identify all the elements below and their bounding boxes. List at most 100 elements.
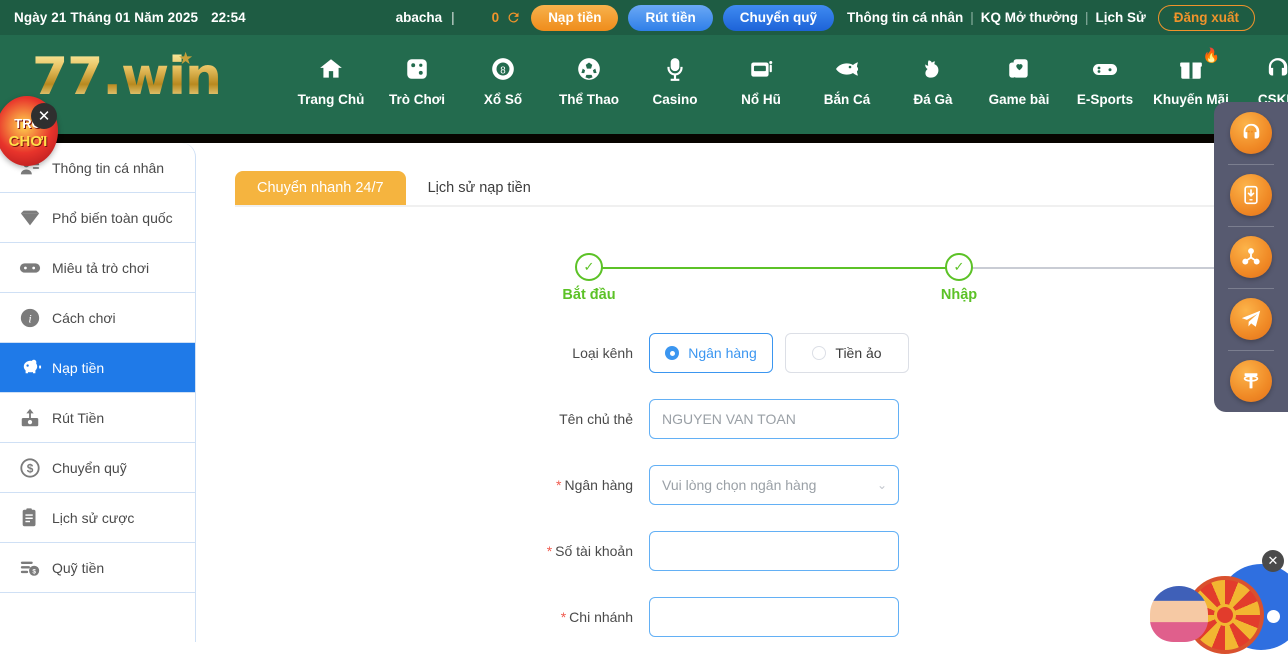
sidebar-item-cach-choi[interactable]: i Cách chơi — [0, 293, 195, 343]
nav-label: Thể Thao — [546, 92, 632, 107]
nav-item-da-ga[interactable]: Đá Gà — [890, 49, 976, 107]
withdraw-button[interactable]: Rút tiền — [628, 5, 712, 31]
slot-machine-icon — [718, 49, 804, 89]
branch-label: *Chi nhánh — [197, 609, 649, 625]
left-sidebar: Thông tin cá nhân Phổ biến toàn quốc Miê… — [0, 143, 196, 642]
step-2-marker: ✓ — [945, 253, 973, 281]
sidebar-item-lich-su-cuoc[interactable]: Lịch sử cược — [0, 493, 195, 543]
gamepad-icon — [1062, 49, 1148, 89]
nav-item-khuyen-mai[interactable]: 🔥 Khuyến Mãi — [1148, 49, 1234, 107]
nav-item-casino[interactable]: Casino — [632, 49, 718, 107]
nav-item-ban-ca[interactable]: Bắn Cá — [804, 49, 890, 107]
nav-item-tro-choi[interactable]: Trò Chơi — [374, 49, 460, 107]
dice-icon — [374, 49, 460, 89]
headset-icon — [1234, 49, 1288, 89]
lottery-results-link[interactable]: KQ Mở thưởng — [981, 10, 1078, 25]
floating-affiliate-button[interactable] — [1214, 226, 1288, 288]
nav-item-xo-so[interactable]: 8 Xổ Số — [460, 49, 546, 107]
tab-chuyen-nhanh[interactable]: Chuyển nhanh 24/7 — [235, 171, 406, 205]
close-icon[interactable]: ✕ — [1262, 550, 1284, 572]
nav-item-game-bai[interactable]: Game bài — [976, 49, 1062, 107]
sidebar-item-label: Nạp tiền — [52, 360, 104, 376]
profile-link[interactable]: Thông tin cá nhân — [847, 10, 963, 25]
step-2-label: Nhập — [889, 287, 1029, 303]
sidebar-item-mieu-ta-tro-choi[interactable]: Miêu tả trò chơi — [0, 243, 195, 293]
radio-selected-icon — [665, 346, 679, 360]
nav-label: Nổ Hũ — [718, 92, 804, 107]
nav-label: Xổ Số — [460, 92, 546, 107]
sidebar-item-rut-tien[interactable]: Rút Tiền — [0, 393, 195, 443]
main-nav: Trang Chủ Trò Chơi 8 Xổ Số Thể Thao Casi… — [288, 49, 1288, 107]
piggy-bank-icon — [12, 356, 48, 379]
step-1-label: Bắt đầu — [519, 287, 659, 303]
bank-label-text: Ngân hàng — [564, 477, 633, 493]
form-row-channel: Loại kênh Ngân hàng Tiền ảo — [197, 333, 1288, 373]
account-number-input[interactable] — [649, 531, 899, 571]
floating-telegram-button[interactable] — [1214, 288, 1288, 350]
nav-label: Casino — [632, 92, 718, 107]
history-link[interactable]: Lịch Sử — [1095, 10, 1145, 25]
refresh-icon[interactable] — [506, 10, 521, 25]
home-icon — [288, 49, 374, 89]
transfer-funds-button[interactable]: Chuyển quỹ — [723, 5, 834, 31]
svg-text:$: $ — [27, 461, 34, 475]
deposit-button[interactable]: Nạp tiền — [531, 5, 618, 31]
main-content: Chuyển nhanh 24/7 Lịch sử nạp tiền ✓ Bắt… — [197, 143, 1288, 642]
channel-option-crypto[interactable]: Tiền ảo — [785, 333, 909, 373]
telegram-icon — [1230, 298, 1272, 340]
share-nodes-icon — [1230, 236, 1272, 278]
sidebar-item-pho-bien-toan-quoc[interactable]: Phổ biến toàn quốc — [0, 193, 195, 243]
gamepad-icon — [12, 257, 48, 279]
nav-item-the-thao[interactable]: Thể Thao — [546, 49, 632, 107]
cardholder-input-value: NGUYEN VAN TOAN — [662, 411, 796, 427]
account-number-label: *Số tài khoản — [197, 543, 649, 559]
casino-chip-icon — [632, 49, 718, 89]
nav-item-trang-chu[interactable]: Trang Chủ — [288, 49, 374, 107]
branch-input[interactable] — [649, 597, 899, 637]
fish-icon — [804, 49, 890, 89]
logout-button[interactable]: Đăng xuất — [1158, 5, 1255, 31]
sidebar-item-quy-tien[interactable]: $ Quỹ tiền — [0, 543, 195, 593]
close-icon[interactable]: ✕ — [31, 103, 57, 129]
sidebar-item-label: Rút Tiền — [52, 410, 104, 426]
floating-usdt-button[interactable] — [1214, 350, 1288, 412]
bank-label: *Ngân hàng — [197, 477, 649, 493]
tether-icon — [1230, 360, 1272, 402]
soccer-ball-icon — [546, 49, 632, 89]
prize-wheel-hub — [1214, 604, 1236, 626]
cardholder-input[interactable]: NGUYEN VAN TOAN — [649, 399, 899, 439]
playing-cards-icon — [976, 49, 1062, 89]
lucky-wheel-promo[interactable]: ✕ — [1150, 560, 1288, 642]
radio-unselected-icon — [812, 346, 826, 360]
site-header: 77.win ★ Trang Chủ Trò Chơi 8 Xổ Số Thể — [0, 35, 1288, 134]
bank-select[interactable]: Vui lòng chọn ngân hàng ⌄ — [649, 465, 899, 505]
promo-character — [1150, 586, 1208, 642]
required-marker: * — [547, 543, 552, 559]
channel-option-crypto-label: Tiền ảo — [835, 345, 881, 361]
floating-cskh-button[interactable] — [1214, 102, 1288, 164]
nav-item-e-sports[interactable]: E-Sports — [1062, 49, 1148, 107]
sidebar-item-label: Lịch sử cược — [52, 510, 134, 526]
gift-icon — [1148, 49, 1234, 89]
step-1-marker: ✓ — [575, 253, 603, 281]
cardholder-label: Tên chủ thẻ — [197, 411, 649, 427]
nav-item-no-hu[interactable]: Nổ Hũ — [718, 49, 804, 107]
account-number-label-text: Số tài khoản — [555, 543, 633, 559]
nav-item-cskh[interactable]: CSKH — [1234, 49, 1288, 107]
sidebar-item-label: Thông tin cá nhân — [52, 160, 164, 176]
sidebar-item-nap-tien[interactable]: Nạp tiền — [0, 343, 195, 393]
branch-label-text: Chi nhánh — [569, 609, 633, 625]
form-row-account: *Số tài khoản — [197, 531, 1288, 571]
deposit-form: Loại kênh Ngân hàng Tiền ảo Tên chủ thẻ … — [197, 333, 1288, 642]
nav-label: Bắn Cá — [804, 92, 890, 107]
nav-label: Trò Chơi — [374, 92, 460, 107]
tab-lich-su-nap-tien[interactable]: Lịch sử nạp tiền — [406, 171, 553, 205]
required-marker: * — [556, 477, 561, 493]
sidebar-item-chuyen-quy[interactable]: $ Chuyển quỹ — [0, 443, 195, 493]
channel-option-bank[interactable]: Ngân hàng — [649, 333, 773, 373]
nav-label: Đá Gà — [890, 92, 976, 107]
clipboard-icon — [12, 507, 48, 529]
current-time: 22:54 — [211, 10, 246, 25]
header-bottom-strip — [0, 134, 1288, 143]
floating-app-download-button[interactable] — [1214, 164, 1288, 226]
